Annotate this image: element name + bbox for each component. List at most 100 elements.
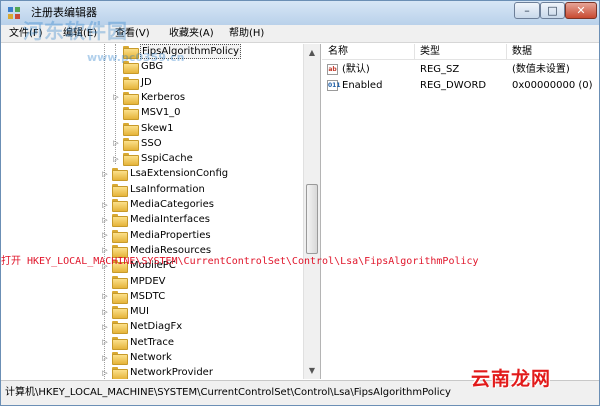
maximize-icon: □ [547,4,558,17]
tree-item[interactable]: MPDEV [101,274,167,289]
registry-editor-icon [8,7,20,19]
key-tree-pane[interactable]: FipsAlgorithmPolicy GBG JD ▷ Kerberos MSV1_0 S… [1,44,321,379]
tree-item[interactable]: ▷ SspiCache [112,151,194,167]
expand-arrow-icon[interactable]: ▷ [101,231,109,239]
expand-arrow-icon[interactable]: ▷ [101,308,109,316]
tree-item-label: MediaCategories [130,199,214,210]
folder-icon [112,183,128,197]
expand-arrow-icon[interactable]: ▷ [101,323,109,331]
title-bar[interactable]: 注册表编辑器 – □ ✕ [1,1,599,25]
folder-icon [123,137,139,151]
tree-item[interactable]: ▷ LsaExtensionConfig [101,166,229,182]
tree-item-label: NetTrace [130,336,175,348]
minimize-icon: – [524,4,530,17]
value-row[interactable]: ab (默认) REG_SZ (数值未设置) [322,62,599,78]
tree-item[interactable]: ▷ SSO [112,136,163,151]
expand-arrow-icon[interactable]: ▷ [101,292,109,300]
menu-help[interactable]: 帮助(H) [229,28,264,40]
column-header-name[interactable]: 名称 [328,46,348,58]
scroll-down-icon[interactable]: ▼ [304,362,320,378]
expand-arrow-icon[interactable]: ▷ [112,155,120,163]
tree-item[interactable]: ▷ Network [101,350,173,365]
expand-arrow-icon[interactable]: ▷ [101,246,109,254]
tree-item[interactable]: ▷ MSDTC [101,289,166,304]
tree-item-label: MediaInterfaces [130,214,211,226]
string-value-icon: ab [327,64,338,75]
column-header-type[interactable]: 类型 [420,46,440,58]
registry-editor-window: 注册表编辑器 – □ ✕ 文件(F) 编辑(E) 查看(V) 收藏夹(A) 帮助… [0,0,600,406]
expand-arrow-icon[interactable]: ▷ [101,201,109,209]
expand-arrow-icon[interactable]: ▷ [101,354,109,362]
tree-item[interactable]: ▷ NetworkProvider [101,365,214,379]
folder-icon [123,61,139,75]
scrollbar-thumb[interactable] [306,184,318,254]
tree-item-label: SSO [141,137,162,149]
values-list-header: 名称 类型 数据 [322,44,599,60]
tree-item[interactable]: GBG [112,59,164,75]
expand-arrow-icon[interactable]: ▷ [101,216,109,224]
tree-item-label: MUI [130,306,149,318]
expand-arrow-icon[interactable]: ▷ [112,139,120,147]
folder-icon [112,352,128,365]
value-type: REG_DWORD [420,80,487,91]
tree-item-label: JD [141,76,152,88]
path-annotation: 打开 HKEY_LOCAL_MACHINE\SYSTEM\CurrentCont… [1,256,479,267]
values-list-pane[interactable]: 名称 类型 数据 ab (默认) REG_SZ (数值未设置) 011 Enabled RE… [322,44,599,379]
expand-arrow-icon[interactable]: ▷ [101,170,109,178]
tree-item[interactable]: LsaInformation [101,182,206,197]
value-row[interactable]: 011 Enabled REG_DWORD 0x00000000 (0) [322,78,599,94]
tree-item[interactable]: ▷ NetDiagFx [101,319,183,335]
tree-item[interactable]: Skew1 [112,121,174,136]
menu-view[interactable]: 查看(V) [115,28,150,40]
tree-item-label: GBG [141,61,164,73]
expand-arrow-icon[interactable]: ▷ [101,338,109,346]
maximize-button[interactable]: □ [540,2,565,19]
folder-icon [112,214,128,228]
column-divider[interactable] [506,44,507,60]
folder-icon [112,290,128,304]
tree-item[interactable]: ▷ Kerberos [112,90,186,105]
folder-icon [123,76,139,90]
scroll-up-icon[interactable]: ▲ [304,44,320,60]
tree-item[interactable]: FipsAlgorithmPolicy [112,44,242,59]
tree-item-label: SspiCache [141,153,193,165]
tree-item-label: MediaProperties [130,229,211,241]
tree-item[interactable]: ▷ MediaInterfaces [101,212,211,228]
tree-item[interactable]: ▷ NetTrace [101,335,175,350]
folder-icon [123,107,139,121]
expand-arrow-icon[interactable]: ▷ [112,93,120,101]
tree-item[interactable]: MSV1_0 [112,105,182,121]
close-icon: ✕ [576,4,586,17]
tree-vertical-scrollbar[interactable]: ▲ ▼ [303,44,320,379]
tree-item[interactable]: ▷ MUI [101,304,150,320]
folder-icon [112,275,128,289]
minimize-button[interactable]: – [514,2,540,19]
menu-favorites[interactable]: 收藏夹(A) [169,28,214,40]
folder-icon [123,46,139,59]
tree-item-label: FipsAlgorithmPolicy [140,44,242,59]
menu-file[interactable]: 文件(F) [9,28,43,40]
menu-bar: 文件(F) 编辑(E) 查看(V) 收藏夹(A) 帮助(H) [1,25,599,43]
tree-item-label: MSV1_0 [141,107,181,119]
tree-item-label: Kerberos [141,91,186,103]
menu-edit[interactable]: 编辑(E) [63,28,97,40]
tree-item[interactable]: ▷ MediaCategories [101,197,215,212]
folder-icon [123,122,139,136]
close-button[interactable]: ✕ [565,2,597,19]
tree-item-label: NetworkProvider [130,367,213,379]
tree-item-label: MPDEV [130,275,166,287]
tree-item[interactable]: JD [112,75,153,90]
tree-item[interactable]: ▷ MediaProperties [101,228,212,243]
column-header-data[interactable]: 数据 [512,46,532,58]
folder-icon [112,229,128,243]
column-divider[interactable] [414,44,415,60]
expand-arrow-icon[interactable]: ▷ [101,369,109,377]
tree-item-label: MSDTC [130,290,166,302]
window-title: 注册表编辑器 [31,6,97,19]
